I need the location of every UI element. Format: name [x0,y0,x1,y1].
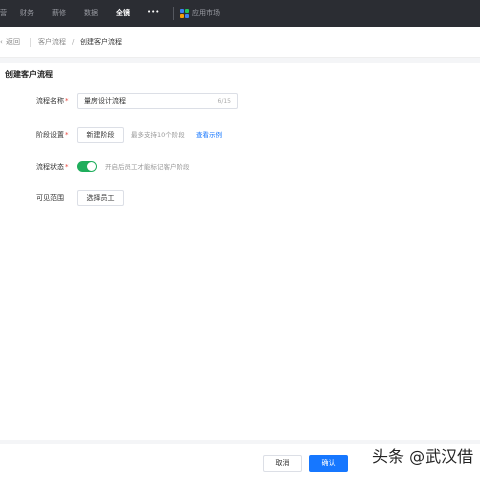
flow-name-value: 量房设计流程 [84,97,126,105]
stage-settings-label: 阶段设置* [36,131,69,139]
nav-divider [173,7,174,20]
toggle-knob [87,162,96,171]
watermark: 头条 @武汉借 [372,447,474,466]
breadcrumb-item-current: 创建客户流程 [80,38,122,46]
nav-item-partial[interactable]: 营 [0,9,7,18]
select-employees-button[interactable]: 选择员工 [77,190,124,206]
flow-status-label: 流程状态* [36,163,69,171]
cancel-button[interactable]: 取消 [263,455,302,472]
app-market-icon[interactable] [180,9,189,18]
page-title: 创建客户流程 [5,70,53,79]
stage-limit-hint: 最多支持10个阶段 [131,131,185,139]
nav-item-finance[interactable]: 财务 [20,9,34,18]
visible-scope-label: 可见范围 [36,194,64,202]
nav-item-app-market[interactable]: 应用市场 [192,9,220,18]
back-link[interactable]: 返回 [6,38,20,47]
flow-name-label: 流程名称* [36,97,69,105]
breadcrumb-separator: / [72,38,75,46]
breadcrumb-divider [30,38,31,47]
flow-name-input[interactable]: 量房设计流程 6/15 [77,93,238,109]
more-menu-icon[interactable]: ••• [147,8,159,17]
breadcrumb-item-customer-flow[interactable]: 客户流程 [38,38,66,47]
flow-status-toggle[interactable] [77,161,97,172]
breadcrumb: ‹ 返回 客户流程 / 创建客户流程 [0,27,480,58]
nav-item-data[interactable]: 数据 [84,9,98,18]
new-stage-button[interactable]: 新建阶段 [77,127,124,143]
confirm-button[interactable]: 确认 [309,455,348,472]
top-nav-bar: 营 财务 薪修 数据 全镜 ••• 应用市场 [0,0,480,27]
flow-name-counter: 6/15 [217,98,231,105]
back-arrow-icon[interactable]: ‹ [0,38,3,47]
nav-item-service[interactable]: 薪修 [52,9,66,18]
section-gap [0,58,480,63]
view-example-link[interactable]: 查看示例 [196,131,222,140]
nav-item-active[interactable]: 全镜 [116,9,130,18]
flow-status-hint: 开启后员工才能标记客户阶段 [105,163,190,171]
